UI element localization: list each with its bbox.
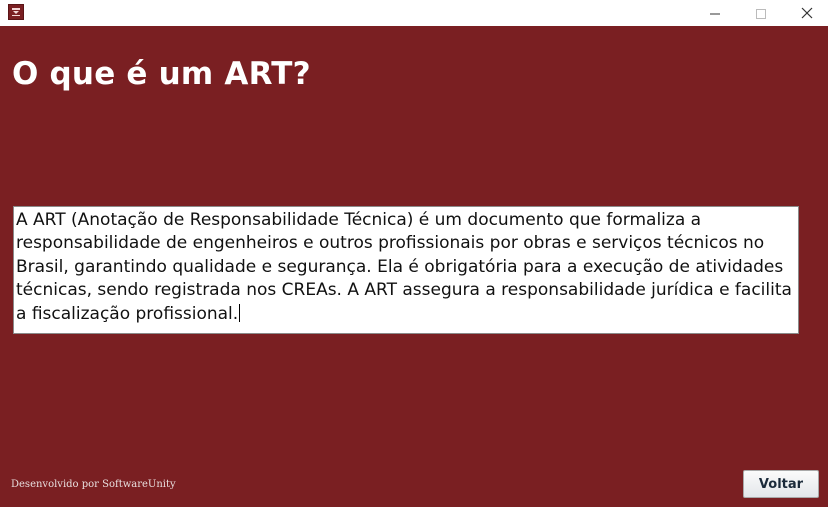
minimize-button[interactable] (692, 0, 738, 26)
text-caret (239, 303, 241, 322)
window-titlebar[interactable] (0, 0, 828, 26)
description-text-area[interactable]: A ART (Anotação de Responsabilidade Técn… (13, 206, 799, 334)
minimize-icon (710, 4, 720, 23)
app-logo-icon (8, 4, 24, 20)
page-title: O que é um ART? (12, 56, 311, 92)
developer-credit: Desenvolvido por SoftwareUnity (11, 479, 176, 490)
description-text: A ART (Anotação de Responsabilidade Técn… (16, 210, 792, 324)
maximize-button[interactable] (738, 0, 784, 26)
close-button[interactable] (784, 0, 828, 26)
close-icon (801, 4, 813, 23)
back-button[interactable]: Voltar (743, 470, 819, 498)
maximize-icon (756, 4, 766, 23)
